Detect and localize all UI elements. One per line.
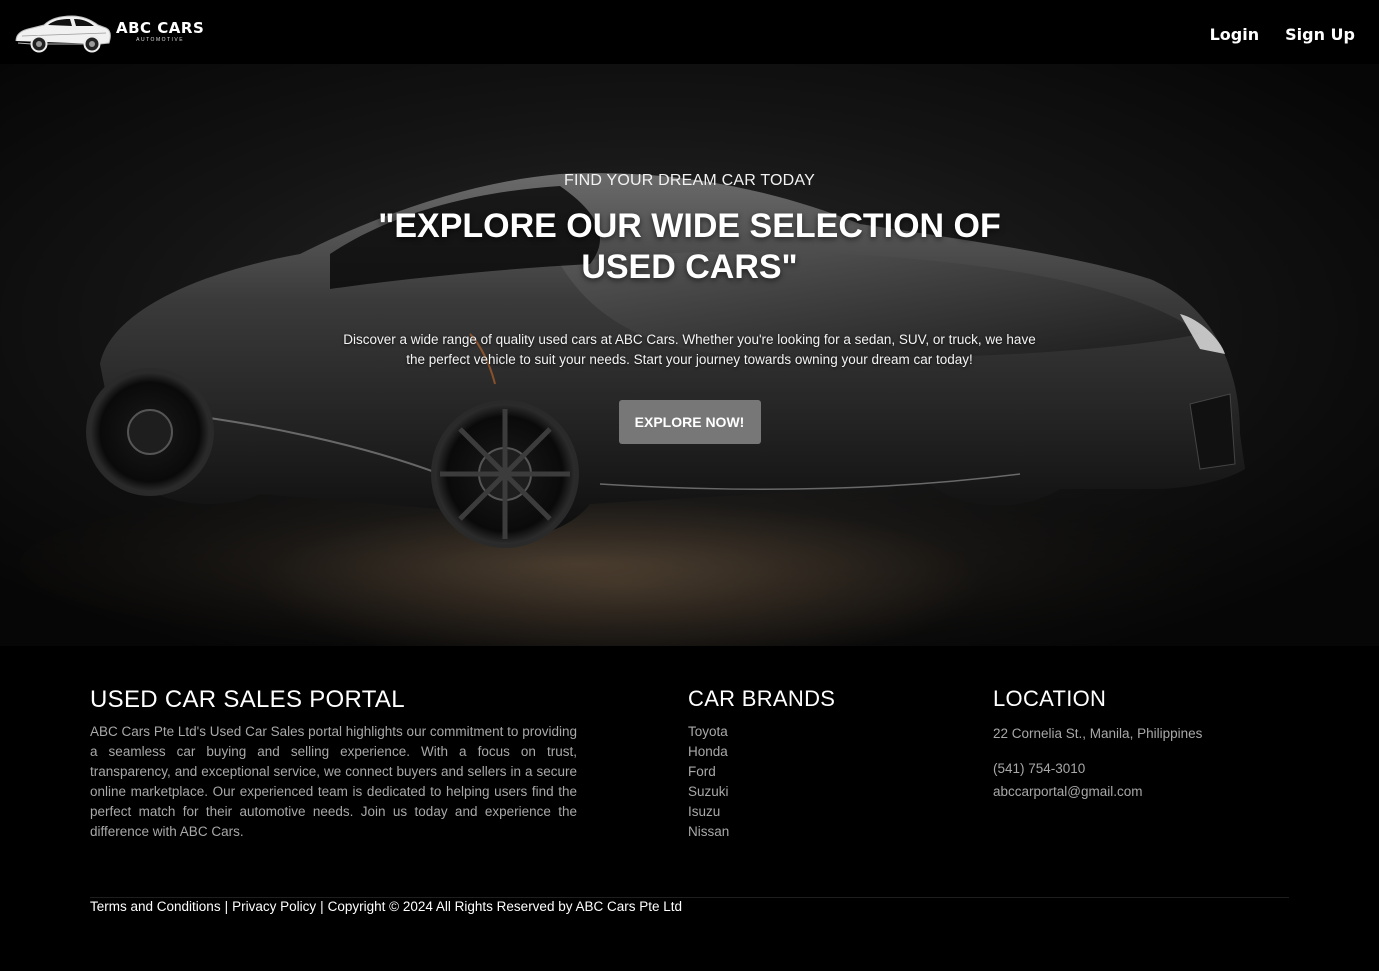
hero-description: Discover a wide range of quality used ca… [343,332,1036,367]
hero-title: "EXPLORE OUR WIDE SELECTION OF USED CARS… [378,207,1001,286]
explore-now-button[interactable]: EXPLORE NOW! [618,400,761,444]
footer: USED CAR SALES PORTAL ABC Cars Pte Ltd's… [0,646,1379,971]
location-address: 22 Cornelia St., Manila, Philippines [993,726,1203,741]
hero-section: FIND YOUR DREAM CAR TODAY "EXPLORE OUR W… [0,64,1379,646]
location-email: abccarportal@gmail.com [993,784,1143,799]
copyright-text: Copyright © 2024 All Rights Reserved by … [327,899,683,914]
footer-legal: Terms and Conditions | Privacy Policy | … [90,899,682,914]
brand-item-isuzu[interactable]: Isuzu [688,802,835,822]
legal-separator: | [224,899,229,914]
signup-link[interactable]: Sign Up [1285,25,1355,44]
about-text: ABC Cars Pte Ltd's Used Car Sales portal… [90,724,577,839]
footer-location: LOCATION 22 Cornelia St., Manila, Philip… [993,686,1202,802]
brand-item-suzuki[interactable]: Suzuki [688,782,835,802]
brand-item-ford[interactable]: Ford [688,762,835,782]
nav-links: Login Sign Up [1210,25,1355,44]
brand-item-nissan[interactable]: Nissan [688,822,835,842]
about-title: USED CAR SALES PORTAL [90,686,405,713]
brands-title: CAR BRANDS [688,686,836,711]
brand-list: Toyota Honda Ford Suzuki Isuzu Nissan [688,722,835,842]
footer-about: USED CAR SALES PORTAL ABC Cars Pte Ltd's… [90,686,577,842]
brand-subtitle: AUTOMOTIVE [136,37,185,43]
car-icon [15,15,111,53]
location-title: LOCATION [993,686,1107,711]
navbar: ABC CARS AUTOMOTIVE Login Sign Up [0,0,1379,64]
brand-logo[interactable]: ABC CARS AUTOMOTIVE [14,11,204,53]
location-phone: (541) 754-3010 [993,761,1086,776]
footer-brands: CAR BRANDS Toyota Honda Ford Suzuki Isuz… [688,686,835,842]
privacy-link[interactable]: Privacy Policy [232,899,316,914]
legal-separator: | [320,899,324,914]
hero-content: FIND YOUR DREAM CAR TODAY "EXPLORE OUR W… [0,172,1379,444]
terms-link[interactable]: Terms and Conditions [90,899,221,914]
brand-item-toyota[interactable]: Toyota [688,722,835,742]
brand-item-honda[interactable]: Honda [688,742,835,762]
brand-name: ABC CARS [116,19,205,37]
login-link[interactable]: Login [1210,25,1260,44]
footer-divider [90,897,1289,898]
hero-kicker: FIND YOUR DREAM CAR TODAY [564,172,815,189]
